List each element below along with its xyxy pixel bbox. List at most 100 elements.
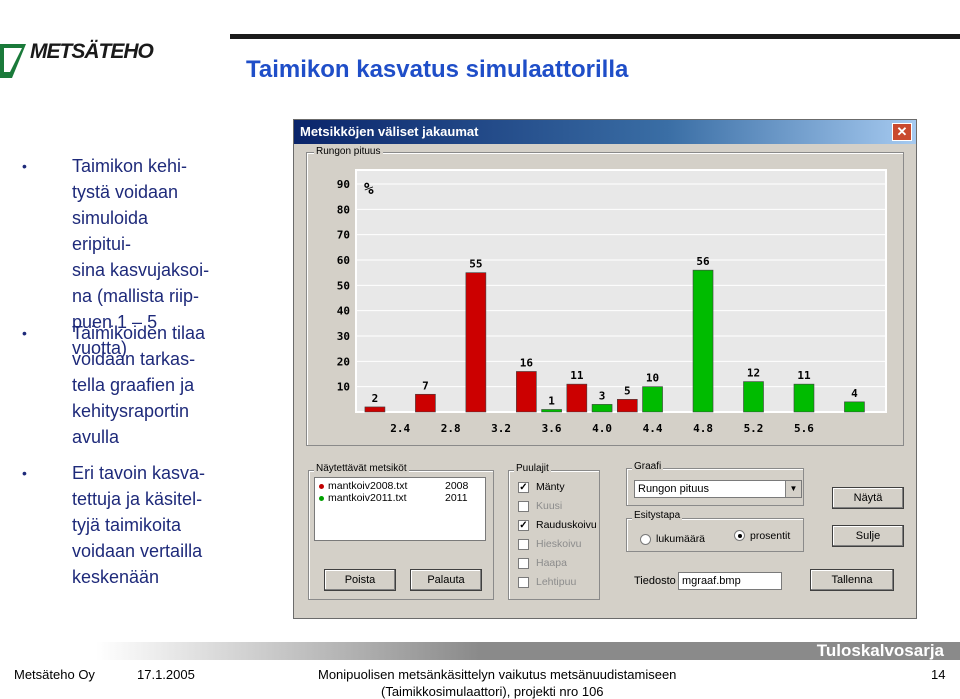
remove-button[interactable]: Poista	[324, 569, 396, 591]
graph-select[interactable]: Rungon pituus ▼	[634, 480, 802, 498]
bar	[743, 381, 764, 413]
chart-group-label: Rungon pituus	[314, 146, 383, 157]
bar	[364, 406, 386, 413]
bar	[415, 393, 436, 413]
checkbox[interactable]	[518, 501, 529, 512]
y-tick-label: 80	[337, 203, 350, 216]
species-group-label: Puulajit	[514, 463, 551, 474]
bar-data-label: 16	[520, 356, 534, 369]
bullet-text: Taimikoiden tilaa voidaan tarkas- tella …	[72, 323, 206, 447]
stands-list[interactable]: mantkoiv2008.txt 2008 mantkoiv2011.txt 2…	[314, 477, 486, 541]
bar	[591, 404, 613, 413]
bullet-item: • Taimikoiden tilaa voidaan tarkas- tell…	[22, 320, 212, 450]
series-marker-icon	[319, 496, 324, 501]
bar-data-label: 10	[646, 372, 659, 385]
bar-data-label: 1	[548, 394, 555, 407]
y-tick-label: 10	[337, 381, 350, 394]
bar	[516, 371, 537, 413]
bullet-text: Eri tavoin kasva- tettuja ja käsitel- ty…	[72, 463, 206, 587]
x-tick-label: 3.2	[491, 422, 511, 435]
x-tick-label: 5.2	[744, 422, 764, 435]
bar-data-label: 56	[696, 255, 710, 268]
bar-data-label: 11	[570, 369, 584, 382]
footer-date: 17.1.2005	[137, 667, 195, 682]
checkbox[interactable]: ✓	[518, 520, 529, 531]
slide-title: Taimikon kasvatus simulaattorilla	[246, 56, 629, 83]
stand-file: mantkoiv2008.txt	[328, 480, 408, 492]
restore-button[interactable]: Palauta	[410, 569, 482, 591]
bar	[617, 399, 638, 413]
bullet-icon: •	[22, 158, 27, 174]
bar	[692, 269, 714, 413]
species-label: Rauduskoivu	[536, 519, 597, 531]
y-tick-label: 50	[337, 279, 350, 292]
x-tick-label: 4.0	[592, 422, 612, 435]
window-titlebar[interactable]: Metsikköjen väliset jakaumat ✕	[294, 120, 916, 144]
stand-year: 2011	[445, 492, 468, 504]
x-tick-label: 2.4	[390, 422, 410, 435]
close-button[interactable]: Sulje	[832, 525, 904, 547]
radio-count[interactable]	[640, 534, 651, 545]
species-label: Kuusi	[536, 500, 563, 512]
chevron-down-icon[interactable]: ▼	[785, 481, 801, 497]
checkbox[interactable]	[518, 539, 529, 550]
radio-percent-label: prosentit	[750, 530, 791, 542]
graph-select-value: Rungon pituus	[638, 483, 709, 495]
x-tick-label: 5.6	[794, 422, 814, 435]
bar-data-label: 2	[372, 392, 379, 405]
presentation-group-label: Esitystapa	[632, 510, 683, 521]
file-input[interactable]: mgraaf.bmp	[678, 572, 782, 590]
show-button[interactable]: Näytä	[832, 487, 904, 509]
y-tick-label: 90	[337, 178, 350, 191]
height-distribution-chart: 10 20 30 40 50 60 70 80 90 % 2.4 2.8 3.2 3.6 4.0 4.4 4.8…	[337, 169, 887, 435]
radio-count-label: lukumäärä	[656, 533, 706, 545]
graph-group-label: Graafi	[632, 461, 664, 472]
save-button[interactable]: Tallenna	[810, 569, 894, 591]
species-label: Hieskoivu	[536, 538, 582, 550]
y-tick-label: 30	[337, 330, 350, 343]
bar-data-label: 12	[747, 367, 760, 380]
footer-project-line2: (Taimikkosimulaattori), projekti nro 106	[381, 684, 604, 699]
bar-data-label: 7	[422, 379, 429, 392]
bullet-icon: •	[22, 465, 27, 481]
file-label: Tiedosto	[634, 575, 676, 587]
bar	[844, 401, 865, 413]
y-axis-unit-label: %	[364, 179, 374, 198]
checkbox[interactable]	[518, 558, 529, 569]
stand-year: 2008	[445, 480, 469, 492]
species-label: Haapa	[536, 557, 567, 569]
bar-data-label: 4	[851, 387, 858, 400]
y-tick-label: 60	[337, 254, 350, 267]
footer-page-number: 14	[931, 667, 946, 682]
y-tick-label: 70	[337, 229, 350, 242]
bar	[465, 272, 487, 413]
species-label: Mänty	[536, 481, 565, 493]
x-tick-label: 3.6	[542, 422, 562, 435]
checkbox[interactable]: ✓	[518, 482, 529, 493]
footer-org: Metsäteho Oy	[14, 667, 95, 682]
bullet-item: • Eri tavoin kasva- tettuja ja käsitel- …	[22, 460, 212, 590]
footer-brand: Tuloskalvosarja	[816, 641, 944, 660]
x-tick-label: 2.8	[441, 422, 461, 435]
radio-percent[interactable]	[734, 530, 745, 541]
bar	[541, 409, 562, 413]
bullet-icon: •	[22, 325, 27, 341]
bar	[793, 383, 815, 413]
y-tick-label: 20	[337, 355, 350, 368]
y-tick-label: 40	[337, 305, 350, 318]
header-bar	[230, 34, 960, 39]
stand-file: mantkoiv2011.txt	[328, 492, 407, 504]
stand-item[interactable]: mantkoiv2011.txt	[319, 492, 407, 504]
stand-item[interactable]: mantkoiv2008.txt	[319, 480, 407, 492]
window-title: Metsikköjen väliset jakaumat	[300, 124, 479, 139]
logo-text: METSÄTEHO	[30, 40, 154, 63]
close-icon[interactable]: ✕	[892, 123, 912, 141]
bar-data-label: 11	[797, 369, 811, 382]
species-label: Lehtipuu	[536, 576, 577, 588]
x-tick-label: 4.4	[643, 422, 663, 435]
footer-project-line1: Monipuolisen metsänkäsittelyn vaikutus m…	[318, 667, 677, 682]
bar-data-label: 55	[469, 258, 482, 271]
checkbox[interactable]	[518, 577, 529, 588]
series-marker-icon	[319, 484, 324, 489]
distribution-window: Metsikköjen väliset jakaumat ✕ Rungon pi…	[293, 119, 917, 619]
